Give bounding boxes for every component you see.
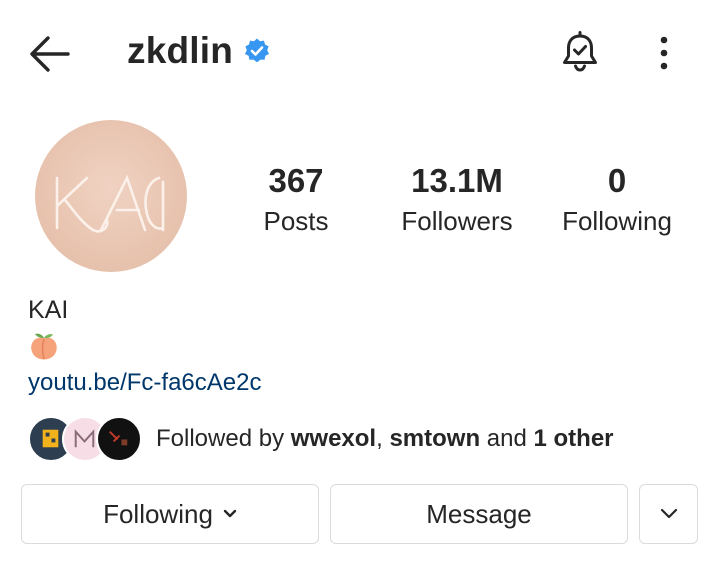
- more-options-button[interactable]: [652, 34, 676, 72]
- suggested-accounts-button[interactable]: [639, 484, 698, 544]
- chevron-down-icon: [223, 509, 237, 518]
- username-row: zkdlin: [127, 30, 271, 72]
- followed-by-others[interactable]: 1 other: [534, 425, 614, 452]
- followed-by-prefix: Followed by: [156, 425, 291, 452]
- followed-by-and: and: [480, 425, 534, 452]
- followed-by-user-2[interactable]: smtown: [389, 425, 480, 452]
- bio-link[interactable]: youtu.be/Fc-fa6cAe2c: [28, 369, 261, 397]
- followers-label: Followers: [401, 206, 513, 236]
- posts-label: Posts: [263, 206, 329, 236]
- posts-count: 367: [268, 162, 324, 199]
- followed-by-row[interactable]: Followed by wwexol, smtown and 1 other: [28, 415, 614, 463]
- mutual-avatar-3: [96, 416, 142, 462]
- followers-stat[interactable]: 13.1M Followers: [384, 162, 530, 238]
- notification-bell-icon: [563, 31, 597, 72]
- profile-avatar[interactable]: [35, 120, 187, 272]
- top-bar: zkdlin: [0, 0, 720, 106]
- display-name: KAI: [28, 296, 69, 324]
- back-button[interactable]: [26, 32, 72, 76]
- more-vertical-icon: [660, 36, 668, 70]
- kai-logo-image: [55, 174, 165, 233]
- followed-by-text: Followed by wwexol, smtown and 1 other: [156, 425, 614, 453]
- notifications-button[interactable]: [558, 30, 602, 74]
- posts-stat[interactable]: 367 Posts: [246, 162, 346, 238]
- message-button-label: Message: [426, 498, 532, 529]
- following-label: Following: [562, 206, 672, 236]
- back-arrow-icon: [30, 36, 70, 72]
- message-button[interactable]: Message: [330, 484, 628, 544]
- following-stat[interactable]: 0 Following: [552, 162, 682, 238]
- mutual-avatars: [28, 416, 142, 462]
- username: zkdlin: [127, 30, 234, 71]
- following-count: 0: [607, 162, 627, 199]
- verified-badge-icon: [245, 38, 270, 63]
- followers-count: 13.1M: [411, 162, 503, 199]
- chevron-down-icon: [660, 508, 677, 519]
- followed-by-separator: ,: [376, 425, 390, 452]
- followed-by-user-1[interactable]: wwexol: [291, 425, 376, 452]
- following-button-label: Following: [103, 498, 213, 529]
- following-button[interactable]: Following: [21, 484, 319, 544]
- peach-emoji-icon: [31, 333, 57, 360]
